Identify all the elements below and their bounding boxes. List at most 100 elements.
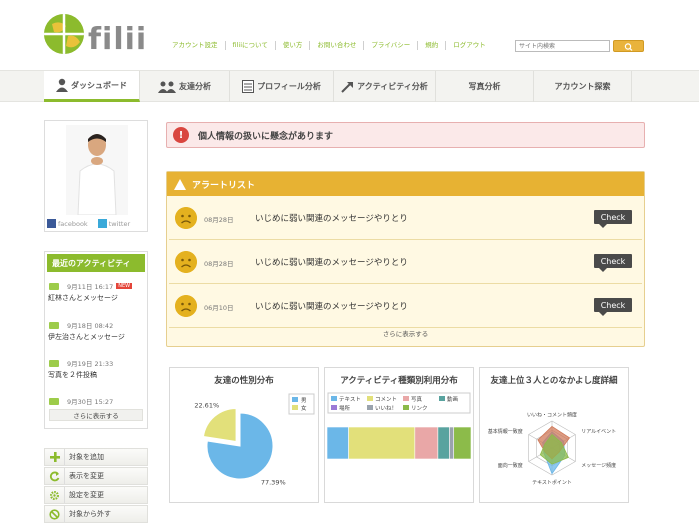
stacked-bar-segment	[326, 426, 349, 460]
check-button[interactable]: Check	[594, 298, 632, 316]
sad-face-icon	[175, 207, 197, 229]
stacked-bar-segment	[449, 426, 455, 460]
radar-axis-label: テキストポイント	[532, 479, 572, 486]
concern-text: 個人情報の扱いに懸念があります	[198, 131, 334, 142]
pie-slice	[202, 407, 237, 443]
search-icon	[624, 43, 633, 51]
alert-list: アラートリスト 08月28日 いじめに弱い関連のメッセージやりとり Check …	[166, 171, 645, 347]
facebook-icon[interactable]	[47, 219, 56, 228]
friendship-radar-chart: いいね・コメント頻度リアルイベントメッセージ頻度テキストポイント 面向一致度 基本情…	[488, 411, 616, 486]
alert-list-header: アラートリスト	[167, 172, 644, 196]
chat-icon	[49, 321, 59, 329]
friendship-detail-panel: 友達上位３人とのなかよし度詳細 いいね・コメント頻度 リアルイベント メッセージ頻度…	[479, 367, 629, 503]
legend-swatch	[292, 405, 298, 410]
top-link-privacy[interactable]: プライバシー	[364, 41, 419, 50]
legend-swatch	[367, 405, 373, 410]
legend-label: 写真	[411, 395, 423, 403]
legend-label: いいね！	[375, 405, 397, 412]
stacked-bar-segment	[414, 426, 439, 460]
stacked-bar-segment	[453, 426, 472, 460]
sad-face-icon	[175, 251, 197, 273]
activity-arrow-icon	[341, 81, 354, 93]
radar-axis-label: リアルイベント	[581, 429, 616, 435]
person-photo-icon	[66, 125, 128, 215]
pie-data-label: 77.39%	[261, 479, 286, 487]
social-links: facebook twitter	[47, 219, 130, 228]
top-link-logout[interactable]: ログアウト	[446, 41, 493, 50]
legend-label: 女	[301, 404, 307, 412]
facebook-link[interactable]: facebook	[58, 220, 88, 228]
top-link-terms[interactable]: 規約	[418, 41, 447, 50]
profile-card-icon	[242, 80, 255, 93]
site-search-input[interactable]	[515, 40, 610, 52]
radar-axis-label: いいね・コメント頻度	[527, 411, 577, 418]
pie-data-label: 22.61%	[194, 401, 219, 409]
tab-dashboard[interactable]: ダッシュボード	[44, 71, 140, 102]
tab-account-search[interactable]: アカウント探索	[534, 71, 632, 102]
legend-swatch	[439, 396, 445, 401]
stacked-bar-segment	[348, 426, 416, 460]
legend-label: 場所	[339, 404, 351, 412]
activity-type-panel: アクティビティ種類別利用分布 テキスト コメント 写真 動画 場所 いいね！ リンク	[324, 367, 474, 503]
change-settings-button[interactable]: 設定を変更	[44, 486, 148, 504]
tab-activity-analysis[interactable]: アクティビティ分析	[334, 71, 436, 102]
gender-pie-chart: 77.39% 22.61% 男女	[194, 393, 315, 487]
exclamation-icon: !	[173, 127, 189, 143]
legend-swatch	[331, 405, 337, 410]
plus-icon	[45, 449, 65, 465]
recent-activity-panel: 最近のアクティビティ 9月11日 16:17 NEW 紅林さんとメッセージ 9月1…	[44, 251, 148, 429]
prohibit-icon	[45, 506, 65, 522]
profile-card: facebook twitter	[44, 120, 148, 232]
twitter-icon[interactable]	[97, 219, 107, 228]
search-button[interactable]	[613, 40, 644, 52]
tab-friend-analysis[interactable]: 友達分析	[140, 71, 230, 102]
legend-label: 動画	[447, 395, 458, 403]
legend-swatch	[331, 396, 337, 401]
gender-distribution-panel: 友達の性別分布 77.39% 22.61% 男女	[169, 367, 319, 503]
people-icon	[158, 81, 176, 93]
alert-row[interactable]: 08月28日 いじめに弱い関連のメッセージやりとり Check	[169, 241, 642, 284]
top-links: アカウント設定 filiiについて 使い方 お問い合わせ プライバシー 規約 ロ…	[165, 41, 493, 50]
tab-photo-analysis[interactable]: 写真分析	[436, 71, 534, 102]
target-actions: 対象を追加 表示を変更 設定を変更 対象から外す	[44, 448, 148, 524]
activity-legend: テキスト コメント 写真 動画場所 いいね！ リンク	[327, 392, 471, 414]
top-link-contact[interactable]: お問い合わせ	[310, 41, 365, 50]
pie-legend: 男女	[288, 393, 315, 415]
legend-label: リンク	[411, 405, 428, 412]
legend-label: 男	[301, 397, 307, 404]
globe-logo-icon	[44, 14, 84, 54]
alert-row[interactable]: 06月10日 いじめに弱い関連のメッセージやりとり Check	[169, 285, 642, 328]
top-link-about[interactable]: filiiについて	[226, 41, 276, 50]
check-button[interactable]: Check	[594, 210, 632, 228]
legend-swatch	[367, 396, 373, 401]
user-icon	[56, 78, 68, 92]
activity-more-button[interactable]: さらに表示する	[49, 409, 143, 421]
top-link-account-settings[interactable]: アカウント設定	[165, 41, 226, 50]
alert-list-title: アラートリスト	[192, 180, 256, 191]
change-view-button[interactable]: 表示を変更	[44, 467, 148, 485]
tab-profile-analysis[interactable]: プロフィール分析	[230, 71, 334, 102]
remove-target-button[interactable]: 対象から外す	[44, 505, 148, 523]
add-target-button[interactable]: 対象を追加	[44, 448, 148, 466]
brand-name: filii	[88, 22, 148, 57]
gear-icon	[45, 487, 65, 503]
legend-swatch	[292, 397, 298, 402]
check-button[interactable]: Check	[594, 254, 632, 272]
legend-label: コメント	[375, 396, 397, 403]
legend-label: テキスト	[339, 396, 361, 403]
alert-more-link[interactable]: さらに表示する	[167, 328, 644, 338]
recent-activity-title: 最近のアクティビティ	[47, 254, 145, 272]
profile-photo[interactable]	[66, 125, 128, 215]
privacy-concern-banner[interactable]: ! 個人情報の扱いに懸念があります	[166, 122, 645, 148]
radar-axis-label: メッセージ頻度	[581, 462, 616, 469]
radar-axis-label: 基本情報一致度	[488, 428, 523, 435]
warning-icon	[174, 178, 186, 190]
twitter-link[interactable]: twitter	[109, 220, 130, 228]
top-link-howto[interactable]: 使い方	[276, 41, 311, 50]
sad-face-icon	[175, 295, 197, 317]
activity-stacked-bar-chart: テキスト コメント 写真 動画場所 いいね！ リンク	[326, 392, 472, 460]
filii-logo[interactable]: filii	[44, 14, 154, 58]
alert-row[interactable]: 08月28日 いじめに弱い関連のメッセージやりとり Check	[169, 197, 642, 240]
photo-icon	[49, 359, 59, 367]
radar-axis-label: 面向一致度	[498, 462, 523, 469]
